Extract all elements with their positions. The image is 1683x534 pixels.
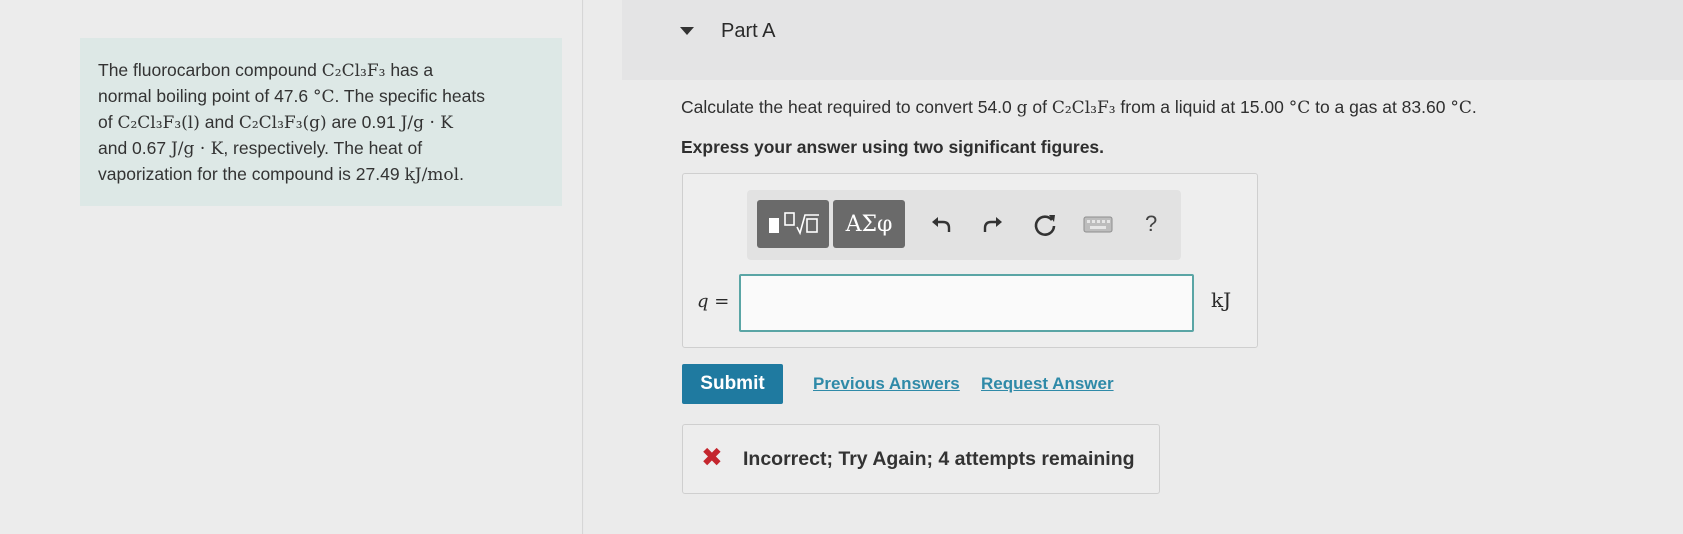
feedback-box: ✖ Incorrect; Try Again; 4 attempts remai… <box>682 424 1160 494</box>
unit-text: J/g · K <box>170 139 224 159</box>
unit-text: °C <box>1288 98 1311 118</box>
part-title: Part A <box>721 20 776 42</box>
problem-text: . <box>459 164 464 184</box>
unit-text: °C <box>313 87 335 107</box>
templates-icon <box>769 212 819 236</box>
unit-text: °C <box>1450 98 1472 118</box>
gas-formula: C₂Cl₃F₃(g) <box>238 113 327 133</box>
help-button[interactable]: ? <box>1145 212 1157 236</box>
templates-button[interactable] <box>757 200 829 248</box>
request-answer-link[interactable]: Request Answer <box>981 374 1114 394</box>
reset-icon[interactable] <box>1032 212 1058 238</box>
problem-text: has a <box>385 60 434 80</box>
unit-text: g <box>1016 98 1028 118</box>
unit-text: kJ/mol <box>404 165 460 185</box>
greek-symbols-button[interactable]: ΑΣφ <box>833 200 905 248</box>
problem-text: normal boiling point of 47.6 <box>98 86 313 106</box>
problem-text: are 0.91 <box>326 112 401 132</box>
answer-variable-label: q = <box>697 291 729 312</box>
problem-text: . The specific heats <box>334 86 485 106</box>
undo-icon[interactable] <box>929 212 953 236</box>
problem-text: , respectively. The heat of <box>223 138 423 158</box>
feedback-message: Incorrect; Try Again; 4 attempts remaini… <box>743 448 1135 470</box>
math-toolbar: ΑΣφ ? <box>747 190 1181 260</box>
equals-sign: = <box>708 291 730 312</box>
problem-line-3: of C₂Cl₃F₃(l) and C₂Cl₃F₃(g) are 0.91 J/… <box>98 110 544 136</box>
answer-unit: kJ <box>1211 288 1232 312</box>
x-icon: ✖ <box>701 442 723 472</box>
right-column: Part A Calculate the heat required to co… <box>584 0 1683 534</box>
answer-panel: ΑΣφ ? q = kJ <box>682 173 1258 348</box>
problem-text: of <box>98 112 118 132</box>
part-header[interactable]: Part A <box>622 0 1683 80</box>
left-column: The fluorocarbon compound C₂Cl₃F₃ has a … <box>0 0 583 534</box>
compound-formula: C₂Cl₃F₃ <box>1051 98 1116 118</box>
problem-line-4: and 0.67 J/g · K, respectively. The heat… <box>98 136 544 162</box>
previous-answers-link[interactable]: Previous Answers <box>813 374 960 394</box>
question-segment: . <box>1471 97 1477 117</box>
keyboard-icon[interactable] <box>1083 215 1113 235</box>
redo-icon[interactable] <box>981 212 1005 236</box>
problem-statement: The fluorocarbon compound C₂Cl₃F₃ has a … <box>80 38 562 206</box>
question-segment: of <box>1027 97 1052 117</box>
unit-text: J/g · K <box>400 113 453 133</box>
collapse-caret-icon[interactable] <box>680 27 694 35</box>
problem-text: and <box>199 112 239 132</box>
variable-q: q <box>697 291 709 312</box>
problem-text: vaporization for the compound is 27.49 <box>98 164 405 184</box>
problem-text: and 0.67 <box>98 138 171 158</box>
question-segment: to a gas at 83.60 <box>1310 97 1451 117</box>
question-segment: from a liquid at 15.00 <box>1115 97 1289 117</box>
question-segment: Calculate the heat required to convert 5… <box>681 97 1017 117</box>
problem-line-5: vaporization for the compound is 27.49 k… <box>98 162 544 188</box>
question-text: Calculate the heat required to convert 5… <box>681 97 1477 118</box>
instruction-text: Express your answer using two significan… <box>681 137 1105 157</box>
submit-button[interactable]: Submit <box>682 364 783 404</box>
problem-line-2: normal boiling point of 47.6 °C. The spe… <box>98 84 544 110</box>
problem-line-1: The fluorocarbon compound C₂Cl₃F₃ has a <box>98 58 544 84</box>
answer-input[interactable] <box>739 274 1194 332</box>
liquid-formula: C₂Cl₃F₃(l) <box>117 113 200 133</box>
compound-formula: C₂Cl₃F₃ <box>321 61 386 81</box>
problem-text: The fluorocarbon compound <box>98 60 322 80</box>
